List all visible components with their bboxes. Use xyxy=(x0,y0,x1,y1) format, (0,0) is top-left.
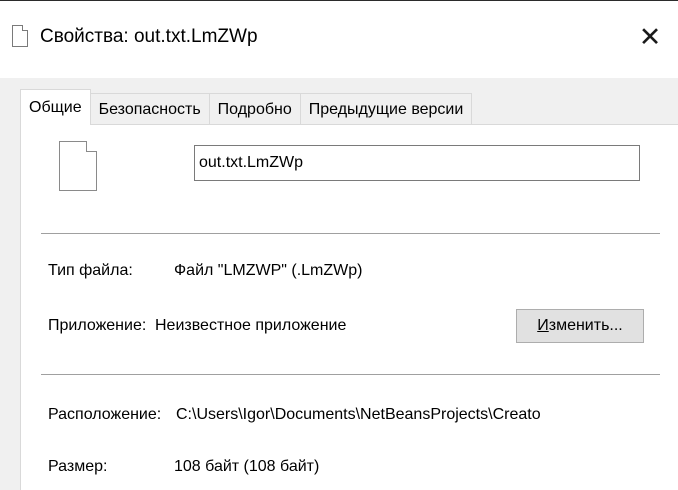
tab-general[interactable]: Общие xyxy=(20,89,91,125)
properties-dialog: Общие Безопасность Подробно Предыдущие в… xyxy=(0,78,678,490)
file-icon xyxy=(12,25,28,47)
change-button-label: зменить... xyxy=(548,317,623,334)
window-title: Свойства: out.txt.LmZWp xyxy=(40,26,258,47)
file-type-value: Файл "LMZWP" (.LmZWp) xyxy=(174,262,363,279)
tab-details[interactable]: Подробно xyxy=(208,93,301,125)
title-bar[interactable]: Свойства: out.txt.LmZWp ✕ xyxy=(0,1,678,78)
size-value: 108 байт (108 байт) xyxy=(174,458,320,475)
application-label: Приложение: xyxy=(48,317,147,334)
close-button[interactable]: ✕ xyxy=(622,9,678,65)
tab-security[interactable]: Безопасность xyxy=(89,93,210,125)
location-value: C:\Users\Igor\Documents\NetBeansProjects… xyxy=(176,406,541,423)
tab-previous-versions[interactable]: Предыдущие версии xyxy=(299,93,473,125)
separator xyxy=(41,233,660,234)
change-button-accel: И xyxy=(537,317,549,334)
close-icon: ✕ xyxy=(638,21,662,52)
separator xyxy=(41,374,660,375)
size-label: Размер: xyxy=(48,458,108,475)
file-icon xyxy=(59,141,97,191)
change-application-button[interactable]: Изменить... xyxy=(516,309,644,343)
location-label: Расположение: xyxy=(48,406,162,423)
application-value: Неизвестное приложение xyxy=(155,317,347,334)
general-tab-panel: Тип файла: Файл "LMZWP" (.LmZWp) Приложе… xyxy=(20,124,678,490)
tab-strip: Общие Безопасность Подробно Предыдущие в… xyxy=(20,89,473,125)
file-type-label: Тип файла: xyxy=(48,262,133,279)
file-name-input[interactable] xyxy=(194,145,640,181)
